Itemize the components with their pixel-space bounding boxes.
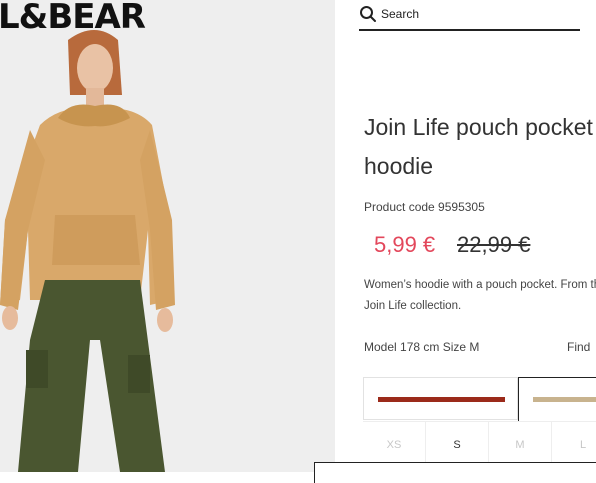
color-bar-camel (533, 397, 596, 402)
product-image: L&BEAR (0, 0, 335, 472)
search-input[interactable]: Search (381, 7, 419, 21)
cookie-banner-edge (314, 462, 596, 483)
color-swatch-camel[interactable] (518, 377, 596, 422)
description-line1: Women’s hoodie with a pouch pocket. From… (364, 279, 596, 291)
size-s[interactable]: S (426, 422, 489, 467)
product-code: Product code 9595305 (364, 200, 485, 214)
search-bar[interactable]: Search (359, 0, 580, 31)
size-xs[interactable]: XS (363, 422, 426, 467)
model-info: Model 178 cm Size M (364, 340, 480, 354)
model-photo (0, 0, 335, 472)
product-description: Women’s hoodie with a pouch pocket. From… (364, 275, 596, 317)
color-bar-rust (378, 397, 505, 402)
product-title-line2: hoodie (364, 153, 434, 179)
description-line2: Join Life collection. (364, 300, 462, 312)
product-title-line1: Join Life pouch pocket (364, 114, 593, 140)
search-icon[interactable] (359, 5, 377, 23)
price-current: 5,99 € (374, 232, 436, 257)
find-size-link[interactable]: Find (567, 340, 590, 354)
color-swatch-rust[interactable] (363, 377, 518, 420)
price-old: 22,99 € (457, 232, 531, 257)
size-l[interactable]: L (552, 422, 596, 467)
size-m[interactable]: M (489, 422, 552, 467)
brand-logo[interactable]: L&BEAR (0, 0, 146, 37)
product-title: Join Life pouch pocket hoodie (364, 108, 596, 186)
